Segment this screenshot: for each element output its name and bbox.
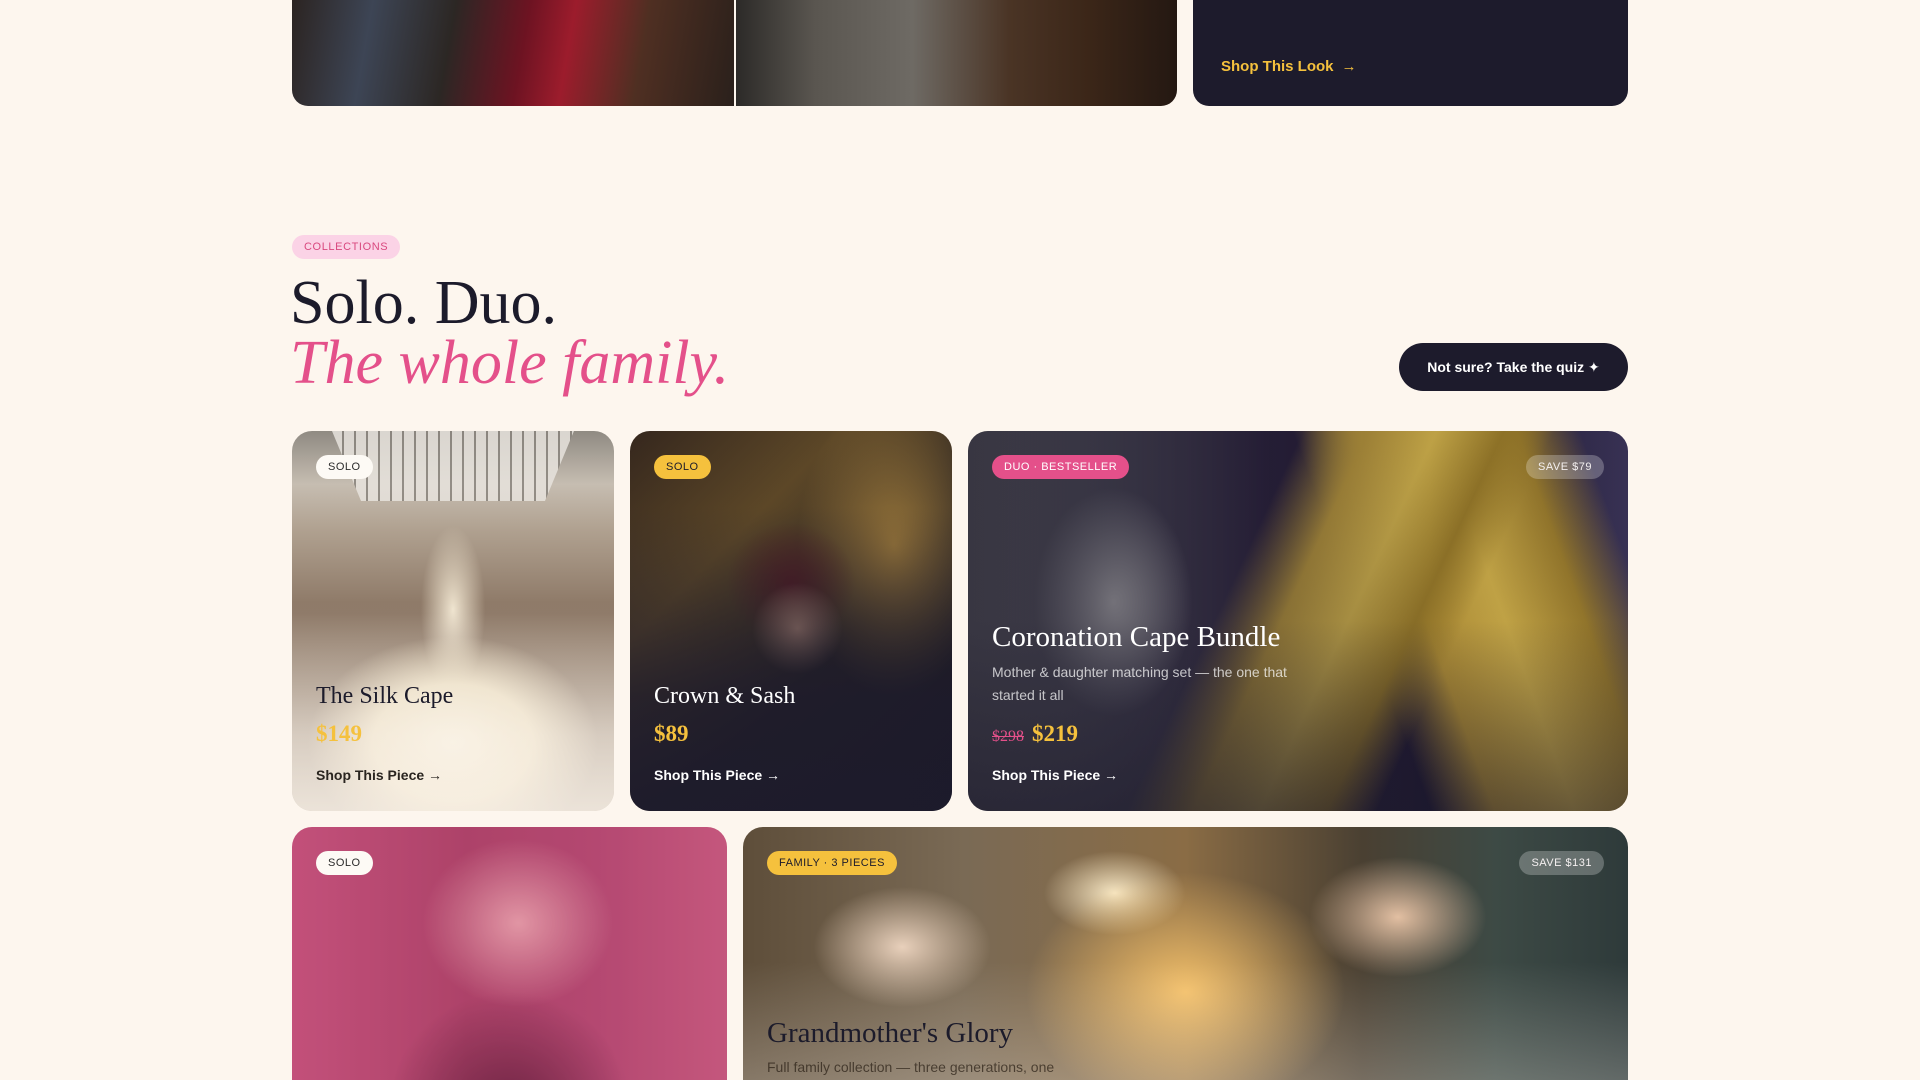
price-current: $149 bbox=[316, 721, 362, 746]
collections-badge: COLLECTIONS bbox=[292, 235, 401, 259]
product-card-solo-floral[interactable]: SOLO bbox=[292, 827, 727, 1080]
take-quiz-button[interactable]: Not sure? Take the quiz ✦ bbox=[1399, 343, 1628, 391]
product-title: The Silk Cape bbox=[316, 683, 454, 709]
look-photo-left bbox=[292, 0, 734, 106]
save-badge: SAVE $131 bbox=[1519, 851, 1604, 875]
product-title: Crown & Sash bbox=[654, 683, 796, 709]
product-price: $89 bbox=[654, 721, 689, 747]
product-card-silk-cape[interactable]: SOLO The Silk Cape $149 Shop This Piece … bbox=[292, 431, 614, 811]
shop-this-piece-link[interactable]: Shop This Piece → bbox=[992, 767, 1118, 783]
product-price: $149 bbox=[316, 721, 362, 747]
price-current: $219 bbox=[1032, 721, 1078, 746]
product-description: Full family collection — three generatio… bbox=[767, 1059, 1055, 1075]
arrow-right-icon: → bbox=[1341, 58, 1357, 75]
save-badge: SAVE $79 bbox=[1526, 455, 1604, 479]
tag-badge: SOLO bbox=[654, 455, 711, 479]
product-price: $298 $219 bbox=[992, 721, 1078, 747]
product-title: Coronation Cape Bundle bbox=[992, 621, 1281, 653]
shop-this-piece-link[interactable]: Shop This Piece → bbox=[316, 767, 442, 783]
price-original: $298 bbox=[992, 728, 1024, 745]
product-title: Grandmother's Glory bbox=[767, 1017, 1014, 1049]
tag-badge: DUO · BESTSELLER bbox=[992, 455, 1130, 479]
price-current: $89 bbox=[654, 721, 689, 746]
look-photo-right bbox=[735, 0, 1177, 106]
shop-this-look-link[interactable]: Shop This Look → bbox=[1221, 58, 1357, 75]
look-photo bbox=[292, 0, 1177, 106]
tag-badge: SOLO bbox=[316, 455, 373, 479]
section-heading-accent: The whole family. bbox=[290, 329, 730, 397]
product-card-coronation-bundle[interactable]: DUO · BESTSELLER SAVE $79 Coronation Cap… bbox=[968, 431, 1628, 811]
product-description: Mother & daughter matching set — the one… bbox=[992, 664, 1287, 703]
product-card-crown-sash[interactable]: SOLO Crown & Sash $89 Shop This Piece → bbox=[630, 431, 952, 811]
shop-this-piece-link[interactable]: Shop This Piece → bbox=[654, 767, 780, 783]
tag-badge: FAMILY · 3 PIECES bbox=[767, 851, 897, 875]
tag-badge: SOLO bbox=[316, 851, 373, 875]
shop-this-look-label: Shop This Look bbox=[1221, 58, 1334, 75]
product-card-grandmothers-glory[interactable]: FAMILY · 3 PIECES SAVE $131 Grandmother'… bbox=[743, 827, 1628, 1080]
look-panel: Shop This Look → bbox=[1193, 0, 1628, 106]
